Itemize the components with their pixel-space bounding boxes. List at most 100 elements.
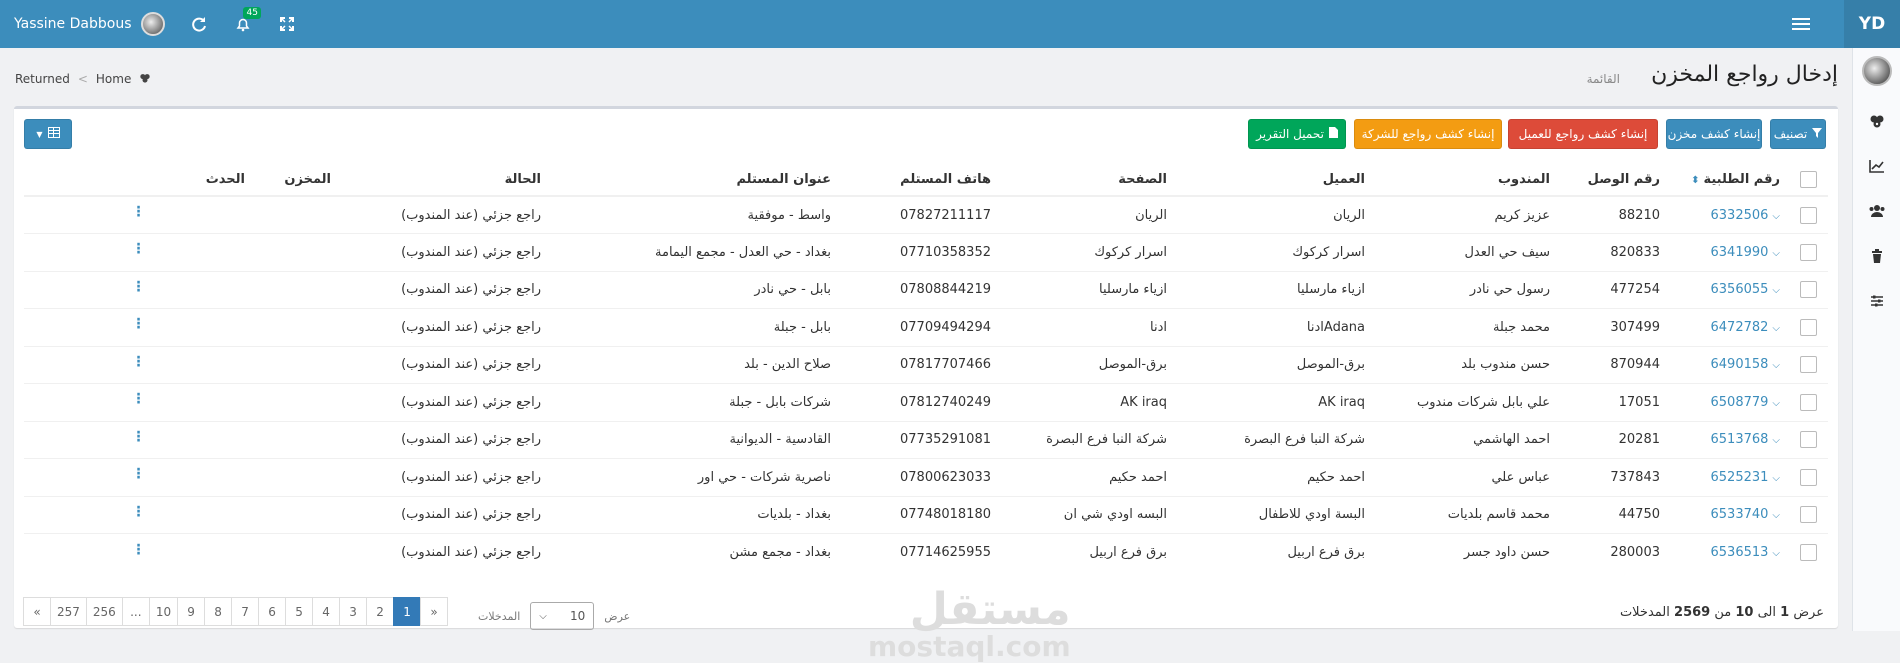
row-select-cell[interactable] — [1788, 345, 1828, 384]
expand-chevron-icon[interactable]: ⌵ — [1772, 360, 1780, 371]
expand-chevron-icon[interactable]: ⌵ — [1772, 398, 1780, 409]
header-warehouse[interactable]: المخزن — [253, 163, 339, 197]
expand-chevron-icon[interactable]: ⌵ — [1772, 285, 1780, 296]
more-vertical-icon[interactable]: · · · — [136, 276, 142, 298]
row-checkbox[interactable] — [1799, 431, 1817, 449]
order-no-cell[interactable]: ⌵6533740 — [1668, 495, 1788, 534]
pagination-page-button[interactable]: 2 — [366, 597, 395, 626]
order-no-link[interactable]: 6536513 — [1711, 545, 1769, 560]
pagination-page-button[interactable]: 3 — [339, 597, 368, 626]
pagination-page-button[interactable]: 9 — [177, 597, 206, 626]
row-checkbox[interactable] — [1799, 318, 1817, 336]
order-no-cell[interactable]: ⌵6536513 — [1668, 533, 1788, 571]
row-checkbox[interactable] — [1799, 356, 1817, 374]
header-agent[interactable]: المندوب — [1373, 163, 1558, 197]
header-order-no[interactable]: رقم الطلبية⬍ — [1668, 163, 1788, 197]
fullscreen-icon[interactable] — [265, 0, 309, 48]
action-cell[interactable]: · · · — [24, 233, 253, 271]
sort-icon[interactable]: ⬍ — [1691, 175, 1699, 186]
action-cell[interactable]: · · · — [24, 270, 253, 309]
company-returns-statement-button[interactable]: إنشاء كشف رواجع للشركة — [1354, 119, 1502, 149]
row-checkbox[interactable] — [1799, 206, 1817, 224]
action-cell[interactable]: · · · — [24, 458, 253, 496]
expand-chevron-icon[interactable]: ⌵ — [1772, 435, 1780, 446]
more-vertical-icon[interactable]: · · · — [136, 501, 142, 523]
row-checkbox[interactable] — [1799, 506, 1817, 524]
row-select-cell[interactable] — [1788, 308, 1828, 346]
order-no-cell[interactable]: ⌵6490158 — [1668, 345, 1788, 384]
row-checkbox[interactable] — [1799, 281, 1817, 299]
more-vertical-icon[interactable]: · · · — [136, 463, 142, 485]
row-checkbox[interactable] — [1799, 468, 1817, 486]
page-length-select[interactable]: ⌵ 10 — [530, 602, 595, 630]
notifications-bell-icon[interactable]: 45 — [221, 0, 265, 48]
expand-chevron-icon[interactable]: ⌵ — [1772, 323, 1780, 334]
action-cell[interactable]: · · · — [24, 345, 253, 384]
pagination-page-button[interactable]: 257 — [50, 597, 87, 626]
order-no-link[interactable]: 6332506 — [1711, 208, 1769, 223]
row-select-cell[interactable] — [1788, 383, 1828, 421]
header-status[interactable]: الحالة — [339, 163, 549, 197]
user-avatar[interactable] — [141, 12, 166, 36]
order-no-link[interactable]: 6356055 — [1711, 282, 1769, 297]
sidebar-avatar[interactable] — [1861, 56, 1892, 86]
table-row[interactable]: ⌵6341990 820833 سيف حي العدل اسرار كركوك اسر… — [24, 233, 1828, 271]
pagination-page-button[interactable]: 10 — [148, 597, 179, 626]
action-cell[interactable]: · · · — [24, 495, 253, 534]
order-no-link[interactable]: 6513768 — [1711, 432, 1769, 447]
action-cell[interactable]: · · · — [24, 533, 253, 571]
pagination-page-button[interactable]: 8 — [204, 597, 233, 626]
more-vertical-icon[interactable]: · · · — [136, 201, 142, 223]
breadcrumb-home[interactable]: Home — [96, 72, 131, 86]
more-vertical-icon[interactable]: · · · — [136, 426, 142, 448]
row-select-cell[interactable] — [1788, 533, 1828, 571]
pagination-page-button[interactable]: 1 — [393, 597, 422, 626]
header-client[interactable]: العميل — [1175, 163, 1373, 197]
header-phone[interactable]: هاتف المستلم — [839, 163, 999, 197]
action-cell[interactable]: · · · — [24, 383, 253, 421]
expand-chevron-icon[interactable]: ⌵ — [1772, 211, 1780, 222]
expand-chevron-icon[interactable]: ⌵ — [1772, 510, 1780, 521]
pagination-page-button[interactable]: 6 — [258, 597, 287, 626]
table-row[interactable]: ⌵6536513 280003 حسن داود جسر برق فرع اربيل ب… — [24, 533, 1828, 571]
row-select-cell[interactable] — [1788, 195, 1828, 234]
header-select-all[interactable] — [1788, 163, 1828, 197]
sidebar-item-dashboard[interactable] — [1853, 100, 1900, 145]
table-row[interactable]: ⌵6525231 737843 عباس علي احمد حكيم احمد حكيم… — [24, 458, 1828, 496]
header-page[interactable]: الصفحة — [999, 163, 1175, 197]
order-no-link[interactable]: 6472782 — [1711, 320, 1769, 335]
order-no-link[interactable]: 6525231 — [1711, 470, 1769, 485]
action-cell[interactable]: · · · — [24, 420, 253, 459]
pagination-prev-button[interactable]: « — [23, 597, 51, 626]
order-no-cell[interactable]: ⌵6472782 — [1668, 308, 1788, 346]
pagination-ellipsis[interactable]: ... — [121, 597, 150, 626]
table-row[interactable]: ⌵6508779 17051 علي بابل شركات مندوب AK iraq… — [24, 383, 1828, 421]
filter-button[interactable]: تصنيف — [1770, 119, 1826, 149]
action-cell[interactable]: · · · — [24, 308, 253, 346]
more-vertical-icon[interactable]: · · · — [136, 539, 142, 561]
warehouse-statement-button[interactable]: إنشاء كشف مخزن — [1666, 119, 1762, 149]
client-returns-statement-button[interactable]: إنشاء كشف رواجع للعميل — [1508, 119, 1658, 149]
table-row[interactable]: ⌵6490158 870944 حسن مندوب بلد برق-الموصل برق… — [24, 345, 1828, 384]
table-row[interactable]: ⌵6332506 88210 عزيز كريم الريان الريان 078272… — [24, 195, 1828, 234]
order-no-link[interactable]: 6341990 — [1711, 245, 1769, 260]
pagination-page-button[interactable]: 4 — [312, 597, 341, 626]
table-row[interactable]: ⌵6533740 44750 محمد قاسم بلديات البسة اودي … — [24, 495, 1828, 534]
row-select-cell[interactable] — [1788, 495, 1828, 534]
order-no-link[interactable]: 6533740 — [1711, 507, 1769, 522]
header-receipt-no[interactable]: رقم الوصل — [1558, 163, 1668, 197]
order-no-link[interactable]: 6490158 — [1711, 357, 1769, 372]
expand-chevron-icon[interactable]: ⌵ — [1772, 248, 1780, 259]
sidebar-item-users[interactable] — [1853, 190, 1900, 235]
sidebar-item-settings[interactable] — [1853, 280, 1900, 325]
pagination-next-button[interactable]: » — [420, 597, 449, 626]
row-checkbox[interactable] — [1799, 393, 1817, 411]
expand-chevron-icon[interactable]: ⌵ — [1772, 473, 1780, 484]
table-row[interactable]: ⌵6356055 477254 رسول حي نادر ازياء مارسليا ا… — [24, 270, 1828, 309]
menu-toggle-icon[interactable] — [1792, 18, 1810, 30]
brand-logo[interactable]: YD — [1844, 0, 1900, 48]
column-visibility-button[interactable]: ▼ — [24, 119, 72, 149]
row-checkbox[interactable] — [1799, 544, 1817, 561]
row-select-cell[interactable] — [1788, 270, 1828, 309]
pagination-page-button[interactable]: 5 — [285, 597, 314, 626]
